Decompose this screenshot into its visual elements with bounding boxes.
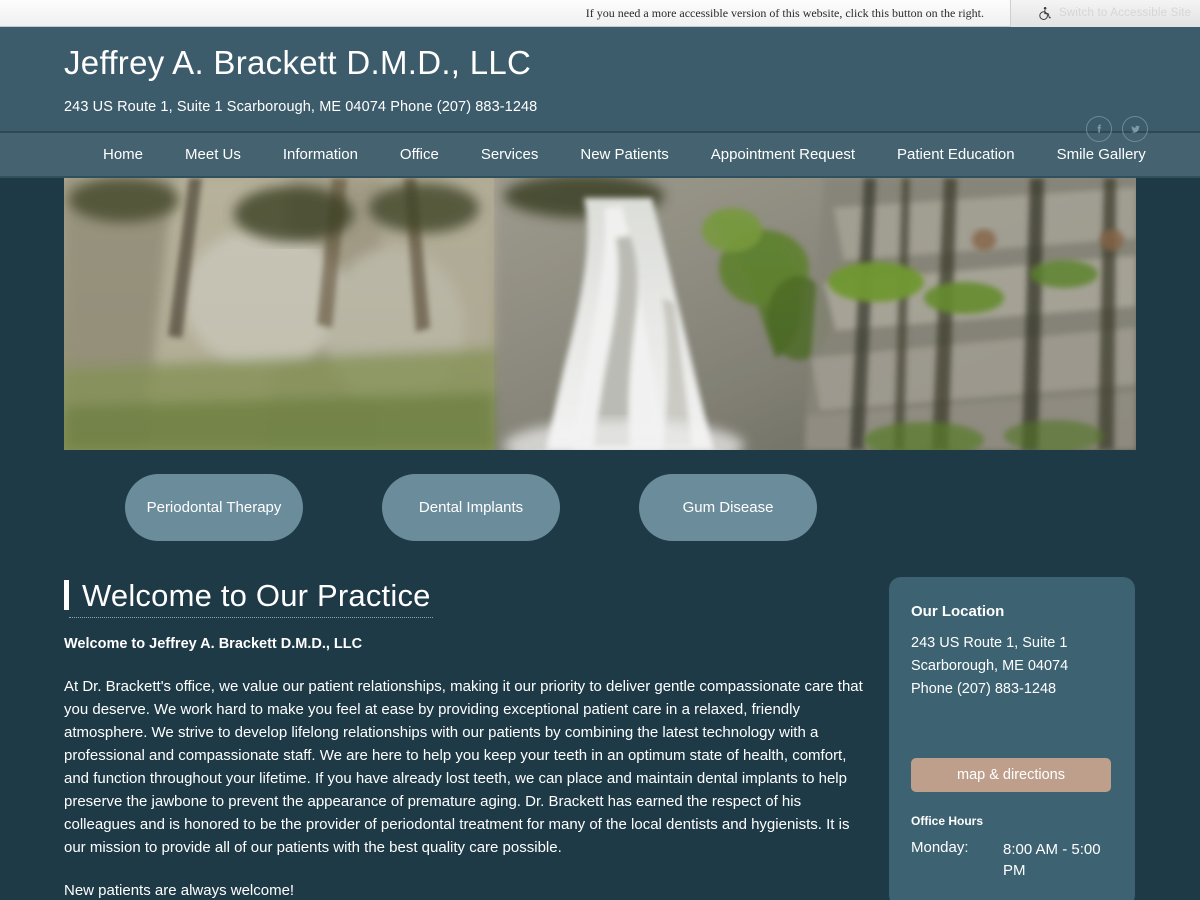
social-links (1086, 116, 1148, 142)
service-pill-periodontal-therapy[interactable]: Periodontal Therapy (125, 474, 303, 541)
accessibility-note: If you need a more accessible version of… (585, 5, 984, 20)
welcome-paragraph-1: At Dr. Brackett's office, we value our p… (64, 677, 863, 856)
service-pill-label: Dental Implants (418, 499, 524, 516)
office-hours-value: 8:00 AM - 5:00 PM (1003, 841, 1101, 879)
nav-item-patient-education[interactable]: Patient Education (876, 132, 1036, 177)
main-navigation: Home Meet Us Information Office Services… (0, 133, 1200, 178)
page-title: Welcome to Our Practice (82, 578, 431, 613)
sidebar-address-line-2: Scarborough, ME 04074 (911, 658, 1069, 674)
map-and-directions-label: map & directions (957, 767, 1065, 783)
sidebar-address-line-1: 243 US Route 1, Suite 1 (911, 635, 1068, 651)
nav-item-appointment-request[interactable]: Appointment Request (690, 132, 876, 177)
nav-item-home[interactable]: Home (82, 132, 164, 177)
switch-to-accessible-site-label: Switch to Accessible Site (1059, 7, 1192, 19)
welcome-subheading: Welcome to Jeffrey A. Brackett D.M.D., L… (64, 635, 363, 652)
title-accent-bar (64, 580, 69, 610)
service-pill-label: Periodontal Therapy (146, 499, 282, 516)
switch-to-accessible-site-button[interactable]: Switch to Accessible Site (1010, 0, 1200, 27)
sidebar-phone: Phone (207) 883-1248 (911, 681, 1057, 697)
main-content-column: Welcome to Our Practice Welcome to Jeffr… (64, 577, 864, 900)
nav-item-services[interactable]: Services (460, 132, 560, 177)
office-hours-row: Monday: 8:00 AM - 5:00 PM (911, 828, 1113, 881)
site-header: Jeffrey A. Brackett D.M.D., LLC 243 US R… (0, 27, 1200, 142)
service-pill-group: Periodontal Therapy Dental Implants Gum … (0, 450, 1200, 541)
wheelchair-icon (1037, 6, 1052, 21)
site-title: Jeffrey A. Brackett D.M.D., LLC (64, 44, 532, 81)
nav-item-meet-us[interactable]: Meet Us (164, 132, 262, 177)
service-pill-dental-implants[interactable]: Dental Implants (382, 474, 560, 541)
office-hours-heading: Office Hours (911, 814, 984, 828)
accessibility-bar: If you need a more accessible version of… (0, 0, 1200, 27)
header-address: 243 US Route 1, Suite 1 Scarborough, ME … (64, 99, 538, 116)
nav-item-new-patients[interactable]: New Patients (559, 132, 689, 177)
map-and-directions-button[interactable]: map & directions (911, 758, 1111, 792)
hero-section (0, 178, 1200, 450)
service-pill-label: Gum Disease (682, 499, 774, 516)
welcome-paragraph-2: New patients are always welcome! (64, 881, 295, 899)
hero-image (64, 178, 1136, 450)
twitter-icon[interactable] (1122, 116, 1148, 142)
service-pill-gum-disease[interactable]: Gum Disease (639, 474, 817, 541)
content-area: Welcome to Our Practice Welcome to Jeffr… (0, 541, 1200, 900)
facebook-icon[interactable] (1086, 116, 1112, 142)
office-hours-day: Monday: (911, 839, 969, 856)
our-location-heading: Our Location (911, 603, 1005, 620)
page-title-row: Welcome to Our Practice (64, 577, 864, 616)
nav-item-office[interactable]: Office (379, 132, 460, 177)
nav-item-information[interactable]: Information (262, 132, 379, 177)
location-sidebar: Our Location 243 US Route 1, Suite 1 Sca… (889, 577, 1135, 900)
